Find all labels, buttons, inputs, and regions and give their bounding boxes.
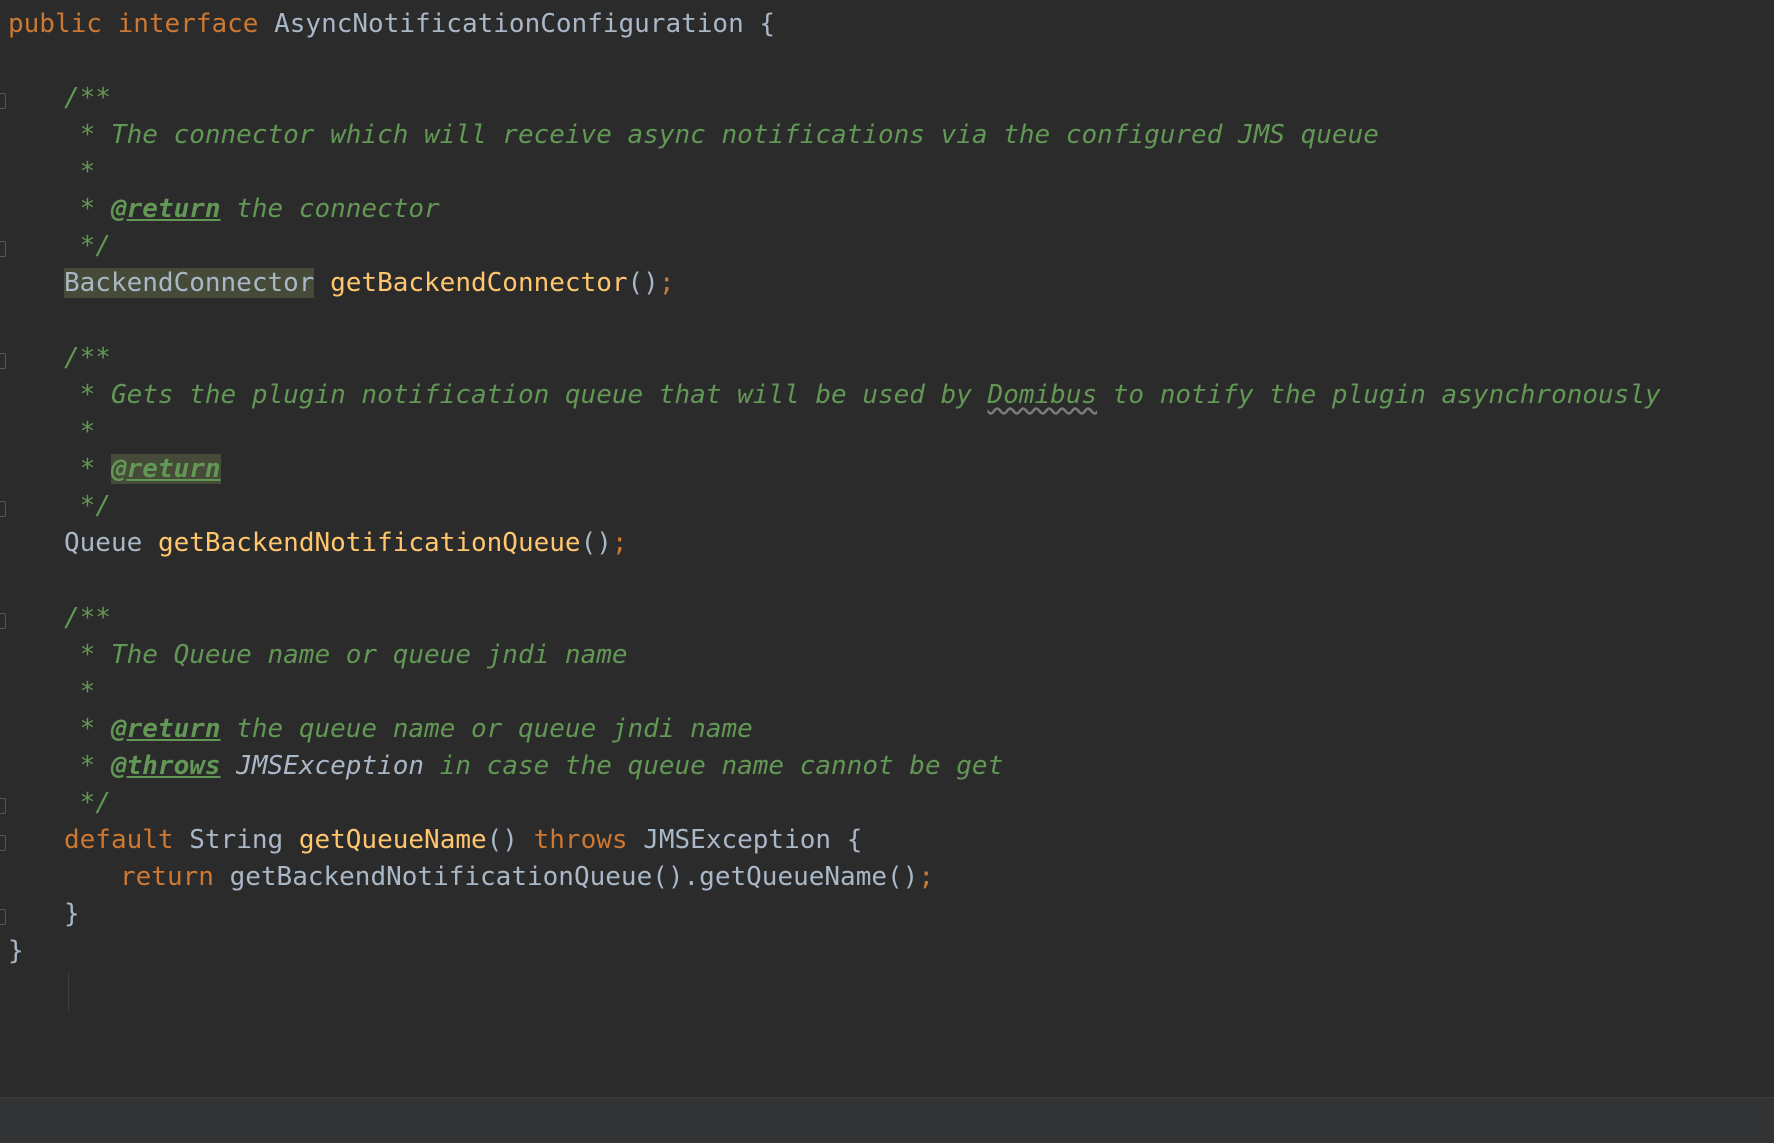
return-tag: @return [110,714,221,744]
method-name: getQueueName [298,825,487,855]
javadoc-prefix: * [64,194,111,224]
javadoc-star: * [64,677,96,707]
fold-marker-icon[interactable] [0,93,6,109]
return-tag-highlighted: @return [110,454,221,484]
javadoc-open: /** [64,83,111,113]
return-text: the queue name or queue jndi name [220,714,753,744]
fold-marker-icon[interactable] [0,909,6,925]
exception-type: JMSException [643,825,832,855]
keyword-public: public [8,9,102,39]
javadoc-return-line: * @return [64,448,221,490]
javadoc-text-part: to notify the plugin asynchronously [1097,380,1661,410]
javadoc-text: * The Queue name or queue jndi name [64,640,628,670]
javadoc-return-line: * @return the connector [64,188,440,230]
fold-marker-icon[interactable] [0,241,6,257]
indent-guide [68,972,69,1012]
interface-close-brace: } [8,936,24,966]
javadoc-prefix: * [64,751,111,781]
fold-marker-icon[interactable] [0,501,6,517]
javadoc-star: * [64,417,96,447]
keyword-default: default [64,825,174,855]
fold-marker-icon[interactable] [0,613,6,629]
semicolon: ; [658,268,675,298]
javadoc-text-part: * Gets the plugin notification queue tha… [64,380,988,410]
throws-exception-ref: JMSException [220,751,425,781]
semicolon: ; [611,528,628,558]
javadoc-return-line: * @return the queue name or queue jndi n… [64,708,753,750]
status-bar [0,1097,1774,1143]
fold-marker-icon[interactable] [0,835,6,851]
return-expression: getBackendNotificationQueue().getQueueNa… [229,862,919,892]
open-brace: { [846,825,863,855]
keyword-throws: throws [533,825,628,855]
method-get-backend-notification-queue[interactable]: Queue getBackendNotificationQueue(); [64,522,628,564]
return-type-highlighted: BackendConnector [64,268,315,298]
javadoc-star: * [64,157,96,187]
return-type: String [189,825,284,855]
parens: () [627,268,659,298]
throws-tag: @throws [110,751,221,781]
parens: () [580,528,612,558]
return-text: the connector [220,194,440,224]
javadoc-prefix: * [64,714,111,744]
javadoc-throws-line: * @throws JMSException in case the queue… [64,745,1004,787]
return-type: Queue [64,528,143,558]
semicolon: ; [918,862,934,892]
javadoc-close: */ [64,788,111,818]
javadoc-close: */ [64,491,111,521]
method-name: getBackendNotificationQueue [157,528,581,558]
interface-name: AsyncNotificationConfiguration [274,9,744,39]
fold-marker-icon[interactable] [0,353,6,369]
code-editor[interactable]: public interface AsyncNotificationConfig… [0,0,1774,1097]
javadoc-prefix: * [64,454,111,484]
open-brace: { [759,9,776,39]
method-close-brace: } [64,899,80,929]
method-get-queue-name[interactable]: default String getQueueName() throws JMS… [64,819,862,861]
return-tag: @return [110,194,221,224]
spelling-warning-word[interactable]: Domibus [988,380,1098,410]
throws-text: in case the queue name cannot be get [424,751,1004,781]
method-get-backend-connector[interactable]: BackendConnector getBackendConnector(); [64,262,675,304]
parens: () [486,825,518,855]
javadoc-open: /** [64,343,111,373]
javadoc-close: */ [64,231,111,261]
javadoc-text: * Gets the plugin notification queue tha… [64,374,1661,416]
javadoc-text: * The connector which will receive async… [64,120,1379,150]
javadoc-open: /** [64,603,111,633]
method-name: getBackendConnector [330,268,628,298]
keyword-return: return [120,862,214,892]
return-statement[interactable]: return getBackendNotificationQueue().get… [120,856,934,898]
fold-marker-icon[interactable] [0,798,6,814]
keyword-interface: interface [117,9,259,39]
interface-declaration[interactable]: public interface AsyncNotificationConfig… [8,3,775,45]
